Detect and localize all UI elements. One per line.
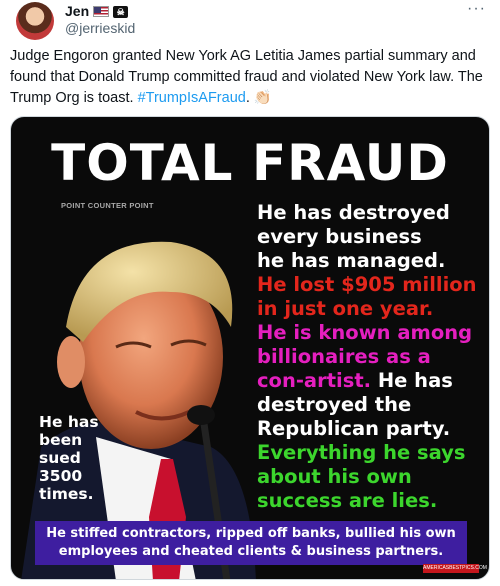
post-text-end: . 👏🏻: [245, 90, 272, 106]
caption-line: success are lies.: [257, 489, 438, 512]
left-caption-line: sued: [39, 449, 81, 467]
post-image[interactable]: TOTAL FRAUD POINT COUNTER POINT He has d…: [10, 116, 490, 580]
caption-line: Republican party.: [257, 417, 451, 440]
avatar[interactable]: [16, 2, 54, 40]
caption-line: billionaires as a: [257, 345, 431, 368]
hashtag-link[interactable]: #TrumpIsAFraud: [138, 90, 246, 106]
footer-line: He stiffed contractors, ripped off banks…: [46, 526, 456, 541]
left-caption: He has been sued 3500 times.: [39, 413, 99, 503]
image-footer-banner: He stiffed contractors, ripped off banks…: [35, 521, 467, 565]
caption-line: every business: [257, 225, 422, 248]
left-caption-line: times.: [39, 485, 94, 503]
author-handle[interactable]: @jerrieskid: [65, 20, 135, 37]
caption-line: Everything he says: [257, 441, 466, 464]
caption-segment: He has: [371, 369, 453, 392]
author-name-row[interactable]: Jen ☠: [65, 3, 129, 20]
left-caption-line: been: [39, 431, 83, 449]
source-label: POINT COUNTER POINT: [61, 201, 154, 210]
image-title: TOTAL FRAUD: [51, 134, 449, 192]
caption-line: destroyed the: [257, 393, 412, 416]
watermark-logo: AMERICASBESTPICS.COM: [423, 564, 487, 573]
caption-segment: con-artist.: [257, 369, 372, 392]
us-flag-icon: [93, 6, 110, 17]
left-caption-line: He has: [39, 413, 99, 431]
caption-line: about his own: [257, 465, 412, 488]
caption-line: He has destroyed: [257, 201, 450, 224]
post-text: Judge Engoron granted New York AG Letiti…: [10, 46, 488, 109]
caption-line: in just one year.: [257, 297, 434, 320]
footer-line: employees and cheated clients & business…: [58, 544, 444, 559]
pirate-flag-icon: ☠: [113, 5, 129, 18]
left-caption-line: 3500: [39, 467, 83, 485]
caption-line: He is known among: [257, 321, 473, 344]
right-caption: He has destroyed every business he has m…: [257, 201, 487, 513]
caption-line: He lost $905 million: [257, 273, 477, 296]
post-header: Jen ☠ @jerrieskid ···: [10, 0, 490, 40]
author-name[interactable]: Jen: [65, 3, 89, 20]
more-options-icon[interactable]: ···: [467, 0, 486, 18]
caption-line: he has managed.: [257, 249, 446, 272]
